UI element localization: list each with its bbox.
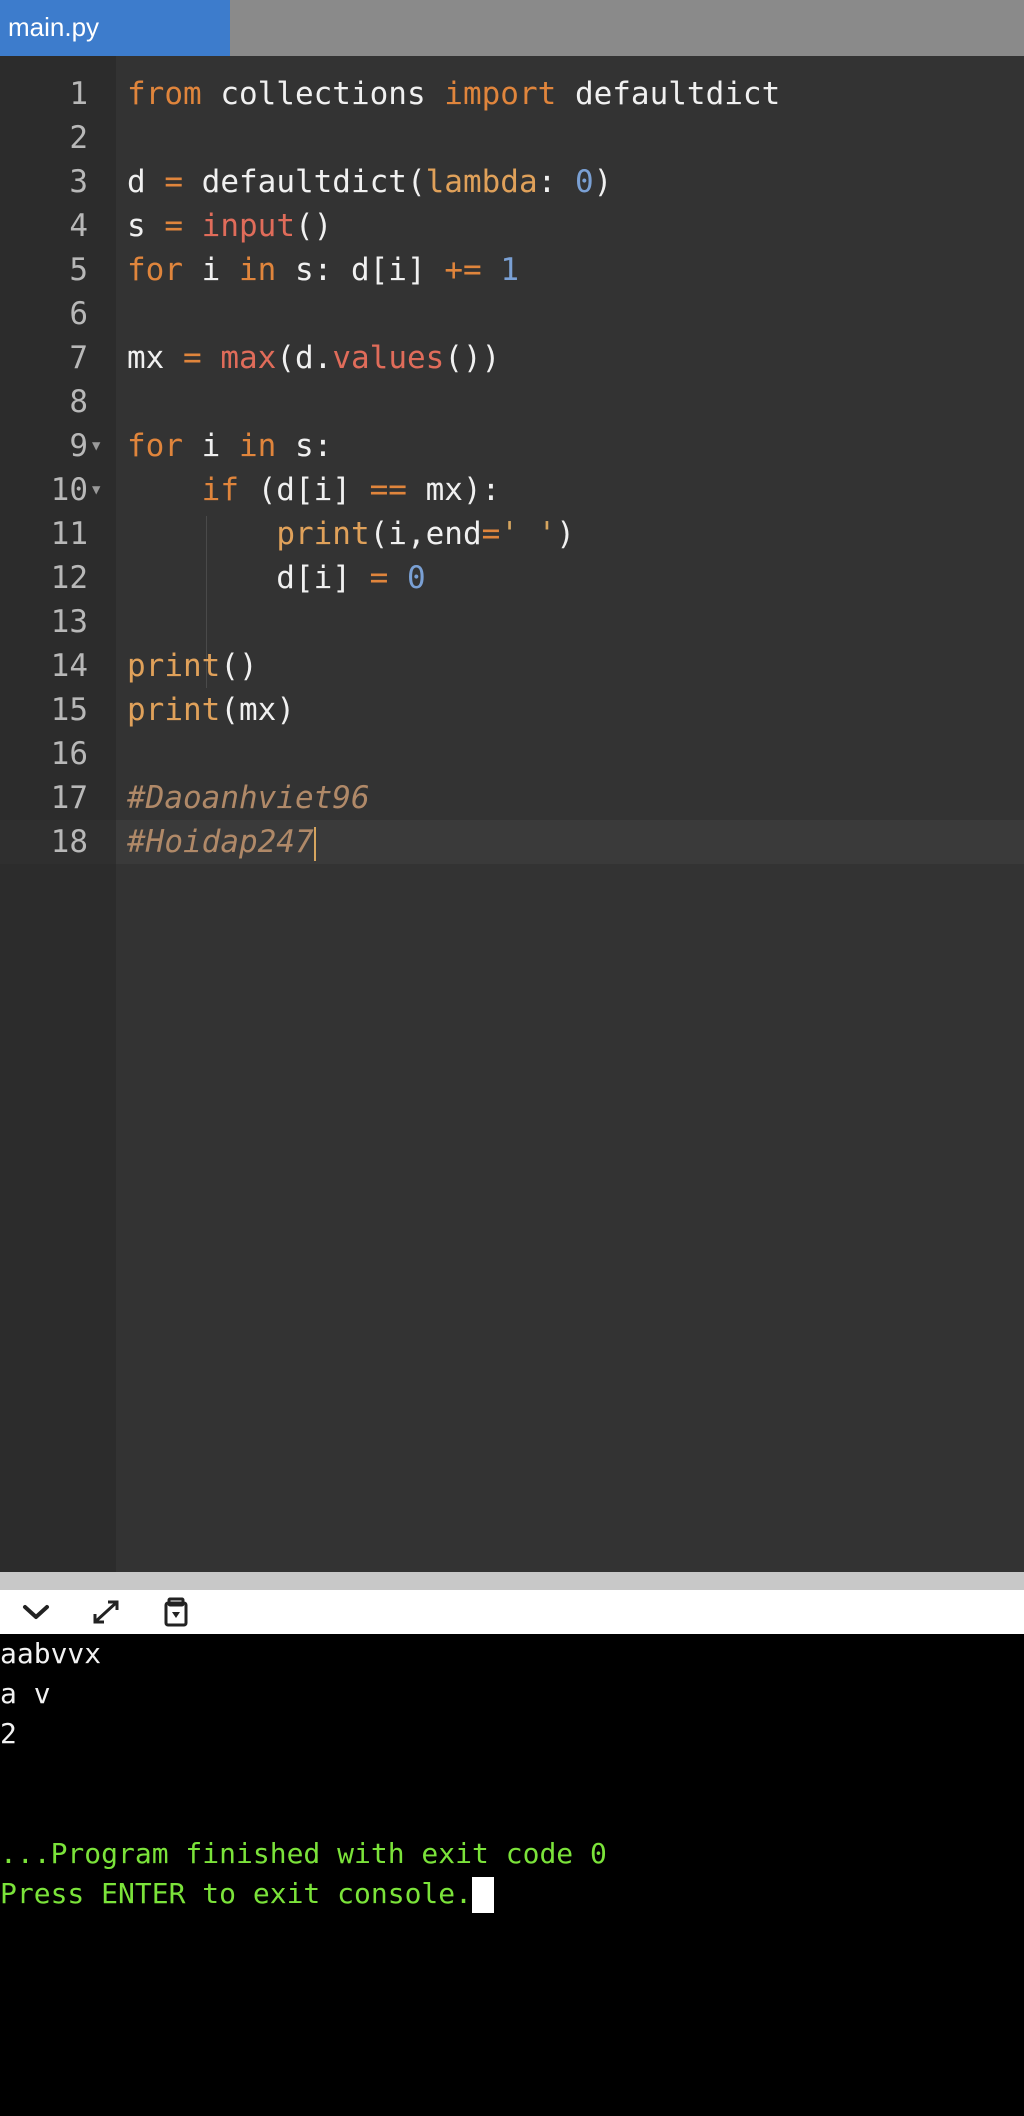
line-number: 4 [69, 208, 88, 244]
code-line: 9 ▼ for i in s: [0, 424, 1024, 468]
code-comment: #Daoanhviet96 [127, 780, 370, 816]
line-number: 10 [50, 472, 88, 508]
console-line: aabvvx [0, 1637, 102, 1670]
line-number: 8 [69, 384, 88, 420]
console-line: a v [0, 1677, 51, 1710]
code-text: if (d[i] == mx): [201, 472, 501, 508]
line-number: 14 [50, 648, 88, 684]
code-text: for i in s: d[i] += 1 [127, 252, 519, 288]
line-number: 6 [69, 296, 88, 332]
output-console[interactable]: aabvvx a v 2 ...Program finished with ex… [0, 1634, 1024, 2116]
code-text: from collections import defaultdict [127, 76, 781, 112]
line-number: 18 [50, 824, 88, 860]
code-line: 16 [0, 732, 1024, 776]
code-line: 5 for i in s: d[i] += 1 [0, 248, 1024, 292]
code-text: for i in s: [127, 428, 333, 464]
code-line: 15 print(mx) [0, 688, 1024, 732]
code-text: #Hoidap247 [127, 824, 316, 861]
line-number: 3 [69, 164, 88, 200]
line-number: 2 [69, 120, 88, 156]
line-number: 9 [69, 428, 88, 464]
line-number: 17 [50, 780, 88, 816]
console-prompt-line: Press ENTER to exit console. [0, 1874, 495, 1914]
line-number: 7 [69, 340, 88, 376]
code-line: 4 s = input() [0, 204, 1024, 248]
code-line: 6 [0, 292, 1024, 336]
code-line: 3 d = defaultdict(lambda: 0) [0, 160, 1024, 204]
code-line: 10 ▼ if (d[i] == mx): [0, 468, 1024, 512]
code-text: print(i,end=' ') [276, 516, 575, 552]
fold-arrow-icon[interactable]: ▼ [92, 424, 100, 468]
console-status-line: ...Program finished with exit code 0 [0, 1837, 607, 1870]
tab-bar: main.py [0, 0, 1024, 56]
code-line: 12 d[i] = 0 [0, 556, 1024, 600]
code-editor[interactable]: 1 from collections import defaultdict 2 … [0, 56, 1024, 1572]
copy-paste-button[interactable] [156, 1594, 196, 1630]
code-line: 2 [0, 116, 1024, 160]
console-cursor [472, 1877, 495, 1913]
code-line-active: 18 #Hoidap247 [0, 820, 1024, 864]
text-cursor [313, 826, 316, 861]
code-line: 14 print() [0, 644, 1024, 688]
code-text: d[i] = 0 [127, 560, 426, 596]
code-line: 17 #Daoanhviet96 [0, 776, 1024, 820]
panel-splitter[interactable] [0, 1572, 1024, 1590]
code-text: s = input() [127, 208, 333, 244]
tab-main-py[interactable]: main.py [0, 0, 230, 56]
line-number: 15 [50, 692, 88, 728]
line-number: 13 [50, 604, 88, 640]
chevron-down-icon [23, 1605, 49, 1619]
expand-console-button[interactable] [86, 1594, 126, 1630]
code-line: 13 [0, 600, 1024, 644]
copy-paste-icon [164, 1597, 188, 1627]
code-text: mx = max(d.values()) [127, 340, 501, 376]
code-line: 7 mx = max(d.values()) [0, 336, 1024, 380]
line-number: 5 [69, 252, 88, 288]
fold-arrow-icon[interactable]: ▼ [92, 468, 100, 512]
code-line: 11 print(i,end=' ') [0, 512, 1024, 556]
console-line: 2 [0, 1717, 17, 1750]
code-line: 1 from collections import defaultdict [0, 72, 1024, 116]
console-toolbar [0, 1590, 1024, 1634]
line-number: 1 [69, 76, 88, 112]
expand-arrows-icon [93, 1600, 119, 1624]
code-text: print(mx) [127, 692, 295, 728]
code-text: d = defaultdict(lambda: 0) [127, 164, 613, 200]
line-number: 11 [50, 516, 88, 552]
line-number: 12 [50, 560, 88, 596]
code-line: 8 [0, 380, 1024, 424]
code-text: print() [127, 648, 258, 684]
line-number: 16 [50, 736, 88, 772]
collapse-console-button[interactable] [16, 1594, 56, 1630]
